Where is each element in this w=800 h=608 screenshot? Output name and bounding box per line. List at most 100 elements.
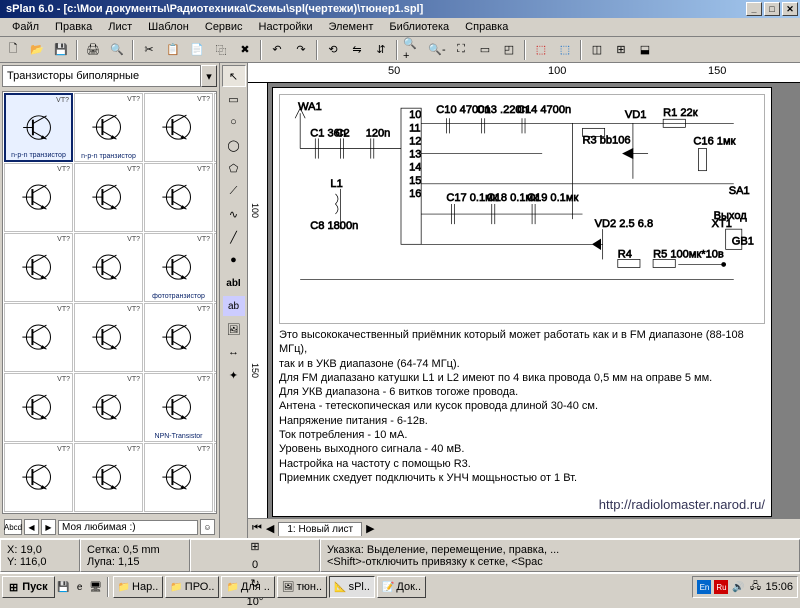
menu-edit[interactable]: Правка [47,19,100,35]
library-item-1[interactable]: VT?n-p-n транзистор [74,93,143,162]
library-item-7[interactable]: VT? [214,163,217,232]
library-item-4[interactable]: VT? [4,163,73,232]
task-6[interactable]: 📝Док.. [377,576,426,598]
undo-button[interactable]: ↶ [266,39,288,61]
sheet-tab[interactable]: 1: Новый лист [278,522,362,536]
library-item-17[interactable]: VT? [74,373,143,442]
smile-button[interactable]: ☺ [200,519,215,535]
tool-b-button[interactable]: ⬚ [554,39,576,61]
rect-tool[interactable]: ▭ [222,88,246,110]
tab-nav-prev[interactable]: ◀ [266,522,274,535]
menu-element[interactable]: Элемент [320,19,381,35]
library-item-19[interactable]: VT? [214,373,217,442]
library-item-18[interactable]: VT?NPN-Transistor [144,373,213,442]
menu-service[interactable]: Сервис [197,19,251,35]
tray-lang-en[interactable]: En [697,580,711,594]
image-tool[interactable]: 🖼 [222,318,246,340]
paste-button[interactable]: 📄 [186,39,208,61]
measure-tool[interactable]: ✦ [222,364,246,386]
task-3[interactable]: 📁Для .. [221,576,274,598]
pointer-tool[interactable]: ↖ [222,65,246,87]
flip-v-button[interactable]: ⇵ [370,39,392,61]
node-tool[interactable]: ● [222,249,246,271]
label-tool[interactable]: abI [222,272,246,294]
task-4[interactable]: 🖼тюн.. [277,576,327,598]
schematic[interactable]: 10 11 12 13 14 15 16 [279,94,765,324]
tray-lang-ru[interactable]: Ru [714,580,728,594]
library-item-0[interactable]: VT?n-p-n транзистор [4,93,73,162]
dimension-tool[interactable]: ↔ [222,341,246,363]
tab-nav-first[interactable]: ⏮ [252,522,262,535]
connect-button[interactable]: ◫ [586,39,608,61]
zoom-sel-button[interactable]: ◰ [498,39,520,61]
component-button[interactable]: ⬓ [634,39,656,61]
close-button[interactable]: ✕ [782,2,798,16]
delete-button[interactable]: ✖ [234,39,256,61]
tray-clock[interactable]: 15:06 [765,581,793,593]
library-item-22[interactable]: VT? [144,443,213,512]
open-button[interactable]: 📂 [26,39,48,61]
library-category-dropdown[interactable]: ▾ [201,65,217,87]
left-button[interactable]: ◀ [24,519,39,535]
tray-vol-icon[interactable]: 🔊 [731,580,745,594]
library-item-21[interactable]: VT? [74,443,143,512]
library-grid[interactable]: VT?n-p-n транзисторVT?n-p-n транзисторVT… [2,91,217,514]
library-item-20[interactable]: VT? [4,443,73,512]
duplicate-button[interactable]: ⿻ [210,39,232,61]
quicklaunch-ie-icon[interactable]: e [73,580,87,594]
maximize-button[interactable]: □ [764,2,780,16]
print-button[interactable]: 🖨 [82,39,104,61]
tray-net-icon[interactable]: 🖧 [748,580,762,594]
right-button[interactable]: ▶ [41,519,56,535]
library-item-3[interactable]: VT? [214,93,217,162]
library-item-2[interactable]: VT? [144,93,213,162]
library-item-15[interactable]: VT? [214,303,217,372]
task-1[interactable]: 📁Нар.. [113,576,164,598]
line-tool[interactable]: ╱ [222,226,246,248]
menu-sheet[interactable]: Лист [100,19,140,35]
menu-file[interactable]: Файл [4,19,47,35]
rotate-button[interactable]: ⟲ [322,39,344,61]
tool-a-button[interactable]: ⬚ [530,39,552,61]
library-item-9[interactable]: VT? [74,233,143,302]
menu-help[interactable]: Справка [457,19,516,35]
align-button[interactable]: ⊞ [610,39,632,61]
library-item-11[interactable]: VT?фототранзистор [214,233,217,302]
library-item-5[interactable]: VT? [74,163,143,232]
preview-button[interactable]: 🔍 [106,39,128,61]
abcd-button[interactable]: Abcd [4,519,22,535]
bezier-tool[interactable]: ∿ [222,203,246,225]
zoom-out-button[interactable]: 🔍- [426,39,448,61]
freeform-tool[interactable]: ⟋ [222,180,246,202]
library-item-12[interactable]: VT? [4,303,73,372]
task-2[interactable]: 📁ПРО.. [165,576,219,598]
quicklaunch-save-icon[interactable]: 💾 [57,580,71,594]
library-item-14[interactable]: VT? [144,303,213,372]
task-5[interactable]: 📐sPl.. [329,576,375,598]
zoom-fit-button[interactable]: ⛶ [450,39,472,61]
library-item-13[interactable]: VT? [74,303,143,372]
shape-tool[interactable]: ◯ [222,134,246,156]
footer-text[interactable] [58,520,198,535]
save-button[interactable]: 💾 [50,39,72,61]
menu-settings[interactable]: Настройки [251,19,321,35]
cut-button[interactable]: ✂ [138,39,160,61]
new-button[interactable]: 🗋 [2,39,24,61]
library-item-6[interactable]: VT? [144,163,213,232]
library-category-input[interactable] [2,65,201,87]
menu-template[interactable]: Шаблон [140,19,197,35]
minimize-button[interactable]: _ [746,2,762,16]
menu-library[interactable]: Библиотека [381,19,457,35]
library-item-8[interactable]: VT? [4,233,73,302]
start-button[interactable]: ⊞ Пуск [2,576,55,598]
copy-button[interactable]: 📋 [162,39,184,61]
zoom-in-button[interactable]: 🔍+ [402,39,424,61]
tab-nav-next[interactable]: ▶ [366,522,374,535]
sheet[interactable]: 10 11 12 13 14 15 16 [272,87,772,517]
library-item-10[interactable]: VT?фототранзистор [144,233,213,302]
quicklaunch-desktop-icon[interactable]: 🖥 [89,580,103,594]
circle-tool[interactable]: ○ [222,111,246,133]
text-tool[interactable]: ab [222,295,246,317]
library-item-23[interactable]: VT? [214,443,217,512]
flip-h-button[interactable]: ⇋ [346,39,368,61]
